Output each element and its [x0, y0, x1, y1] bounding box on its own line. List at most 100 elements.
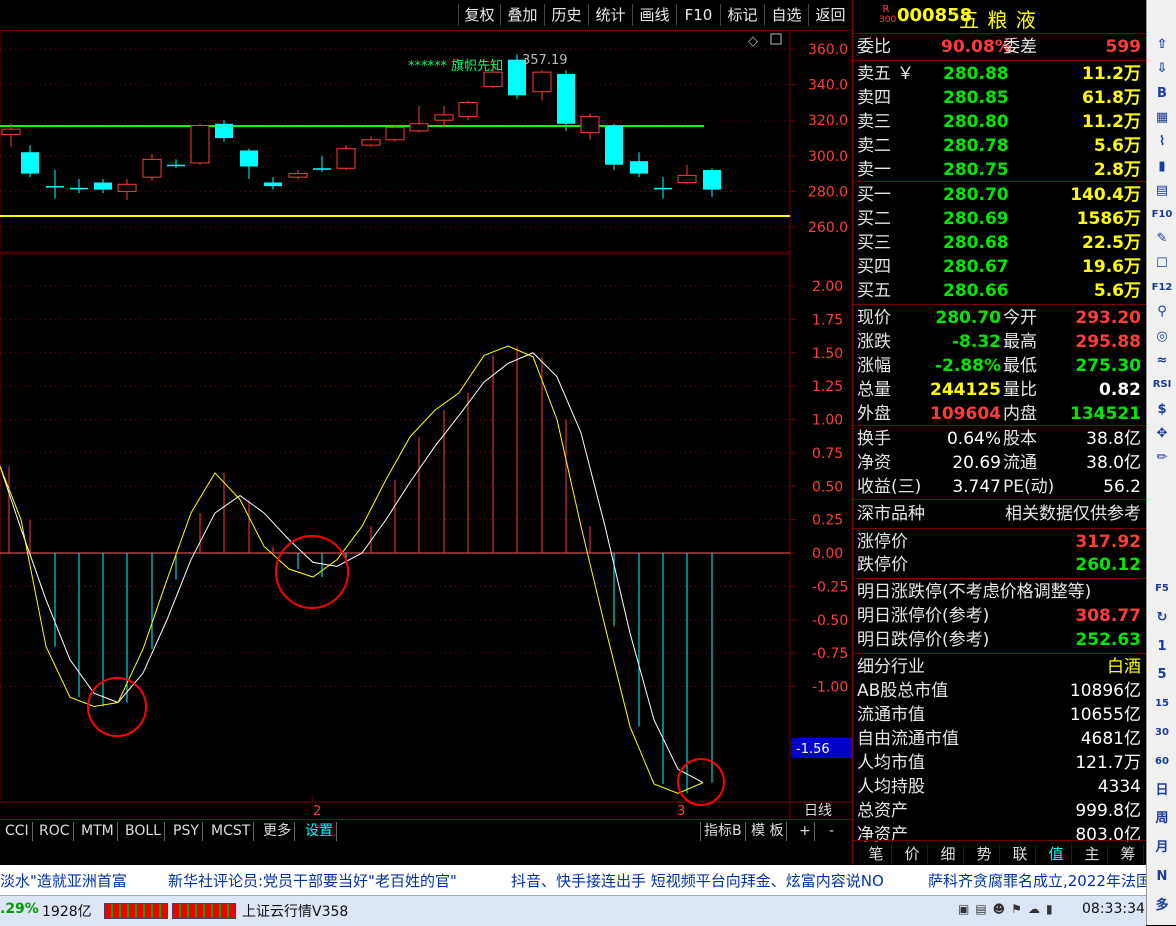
quote-sub-tab[interactable]: 笔 [861, 844, 892, 864]
diamond-icon[interactable]: ◇ [748, 34, 758, 49]
candlestick [240, 148, 258, 179]
ask-volume: 5.6万 [1093, 136, 1141, 156]
sidebar-tool-icon[interactable]: ◎ [1150, 326, 1174, 348]
bid-row: 买二 280.69 1586万 [853, 207, 1147, 231]
period-label[interactable]: 日线 [804, 803, 832, 819]
sidebar-tool-icon[interactable]: F5 [1150, 578, 1174, 600]
stock-chart[interactable]: ◇ ****** 旗帜先知 357.19 360.0 340.0 320.0 300.… [0, 30, 852, 819]
weibi-row: 委比 90.08% 委差 599 [853, 35, 1147, 59]
stat-row: 涨幅 -2.88% 最低 275.30 [853, 354, 1147, 378]
status-icons[interactable]: ▣▤☻⚑☁▮ [958, 902, 1078, 918]
statistics-button[interactable]: 统计 [588, 4, 632, 26]
sidebar-tool-icon[interactable]: 15 [1150, 693, 1174, 715]
tab-roc[interactable]: ROC [36, 822, 74, 841]
sidebar-tool-icon[interactable]: ≈ [1150, 350, 1174, 372]
stock-name[interactable]: 五 粮 液 [959, 4, 1037, 33]
buy-signal-circle [275, 535, 349, 609]
candle-body [1, 128, 21, 135]
sidebar-tool-icon[interactable]: F12 [1150, 277, 1174, 299]
tab-cci[interactable]: CCI [2, 822, 33, 841]
sidebar-tool-icon[interactable]: ▤ [1150, 180, 1174, 202]
candlestick [458, 100, 478, 121]
news-item[interactable]: 萨科齐贪腐罪名成立,2022年法国 [928, 870, 1146, 891]
f10-button[interactable]: F10 [676, 4, 720, 26]
stat-row: 现价 280.70 今开 293.20 [853, 306, 1147, 330]
high-price-annotation: 357.19 [522, 53, 568, 68]
candlestick [677, 164, 697, 185]
market-value-number: 121.7万 [1075, 753, 1141, 773]
news-item[interactable]: 新华社评论员:党员干部要当好"老百姓的官" [168, 870, 457, 891]
draw-line-button[interactable]: 画线 [632, 4, 676, 26]
stat-value: 293.20 [1075, 308, 1141, 328]
tab-psy[interactable]: PSY [170, 822, 203, 841]
sidebar-tool-icon[interactable]: ⇧ [1150, 34, 1174, 56]
watchlist-button[interactable]: 自选 [764, 4, 808, 26]
sidebar-tool-icon[interactable]: F10 [1150, 204, 1174, 226]
tab-more[interactable]: 更多 [260, 822, 295, 841]
sidebar-tool-icon[interactable]: 周 [1150, 808, 1174, 830]
quote-sub-tab[interactable]: 势 [969, 844, 1000, 864]
bid-row: 买四 280.67 19.6万 [853, 255, 1147, 279]
candle-body [361, 139, 381, 146]
news-item[interactable]: 抖音、快手接连出手 短视频平台向拜金、炫富内容说NO [511, 870, 884, 891]
indicator-tabs: CCI ROC MTM BOLL PSY MCST 更多 设置 指标B 模 板 … [0, 819, 852, 842]
candlestick [190, 123, 210, 165]
sidebar-tool-icon[interactable]: ▦ [1150, 107, 1174, 129]
history-button[interactable]: 历史 [544, 4, 588, 26]
sidebar-tool-icon[interactable]: 月 [1150, 837, 1174, 859]
candlestick [142, 154, 162, 181]
sidebar-tool-icon[interactable]: ✎ [1150, 228, 1174, 250]
sidebar-tool-icon[interactable]: ↻ [1150, 607, 1174, 629]
sidebar-tool-icon[interactable]: 多 [1150, 895, 1174, 917]
sidebar-tool-icon[interactable]: ▮ [1150, 156, 1174, 178]
sidebar-tool-icon[interactable]: 5 [1150, 664, 1174, 686]
window-toggle-icon[interactable] [770, 33, 782, 45]
template-tab[interactable]: 模 板 [748, 822, 788, 841]
indicator-b-tab[interactable]: 指标B [700, 822, 746, 841]
stat-label: 外盘 [857, 404, 891, 424]
tab-mcst[interactable]: MCST [208, 822, 255, 841]
tab-boll[interactable]: BOLL [122, 822, 165, 841]
sidebar-tool-icon[interactable]: 日 [1150, 780, 1174, 802]
tab-settings[interactable]: 设置 [302, 822, 337, 841]
industry-value[interactable]: 白酒 [1107, 655, 1141, 679]
quote-sub-tab[interactable]: 值 [1041, 844, 1072, 864]
sidebar-tool-icon[interactable]: $ [1150, 399, 1174, 421]
tab-mtm[interactable]: MTM [78, 822, 118, 841]
sidebar-tool-icon[interactable]: ⌇ [1150, 131, 1174, 153]
market-breadth-bar [104, 903, 236, 919]
sidebar-tool-icon[interactable]: 30 [1150, 722, 1174, 744]
sidebar-tool-icon[interactable]: 1 [1150, 636, 1174, 658]
zoom-out-button[interactable]: - [826, 822, 837, 841]
stat-label: 现价 [857, 308, 891, 328]
restore-rights-button[interactable]: 复权 [458, 4, 500, 26]
quote-sub-tab[interactable]: 联 [1005, 844, 1036, 864]
next-day-title-row: 明日涨跌停(不考虑价格调整等) [853, 580, 1147, 604]
price-axis-label: 320.0 [808, 113, 848, 129]
back-button[interactable]: 返回 [808, 4, 852, 26]
fundamental-value: 38.8亿 [1086, 429, 1141, 449]
stat-value: 134521 [1070, 404, 1141, 424]
sidebar-tool-icon[interactable]: N [1150, 866, 1174, 888]
sidebar-tool-icon[interactable]: 60 [1150, 751, 1174, 773]
mark-button[interactable]: 标记 [720, 4, 764, 26]
indicator-axis-label: -0.25 [812, 579, 848, 595]
sidebar-tool-icon[interactable]: ✥ [1150, 423, 1174, 445]
quote-sub-tab[interactable]: 筹 [1113, 844, 1144, 864]
zoom-in-button[interactable]: + [796, 822, 815, 841]
sidebar-tool-icon[interactable]: ☐ [1150, 253, 1174, 275]
sidebar-tool-icon[interactable]: B [1150, 83, 1174, 105]
quote-sub-tab[interactable]: 主 [1077, 844, 1108, 864]
overlay-button[interactable]: 叠加 [500, 4, 544, 26]
sidebar-tool-icon[interactable]: RSI [1150, 374, 1174, 396]
candle-body [557, 73, 575, 124]
bid-volume: 140.4万 [1070, 185, 1141, 205]
quote-sub-tab[interactable]: 价 [897, 844, 928, 864]
candle-body [580, 116, 600, 134]
sidebar-tool-icon[interactable]: ⇩ [1150, 58, 1174, 80]
quote-sub-tab[interactable]: 细 [933, 844, 964, 864]
sidebar-tool-icon[interactable]: ✏ [1150, 447, 1174, 469]
news-item[interactable]: 淡水"造就亚洲首富 [0, 870, 127, 891]
candlestick [264, 177, 282, 190]
sidebar-tool-icon[interactable]: ⚲ [1150, 301, 1174, 323]
